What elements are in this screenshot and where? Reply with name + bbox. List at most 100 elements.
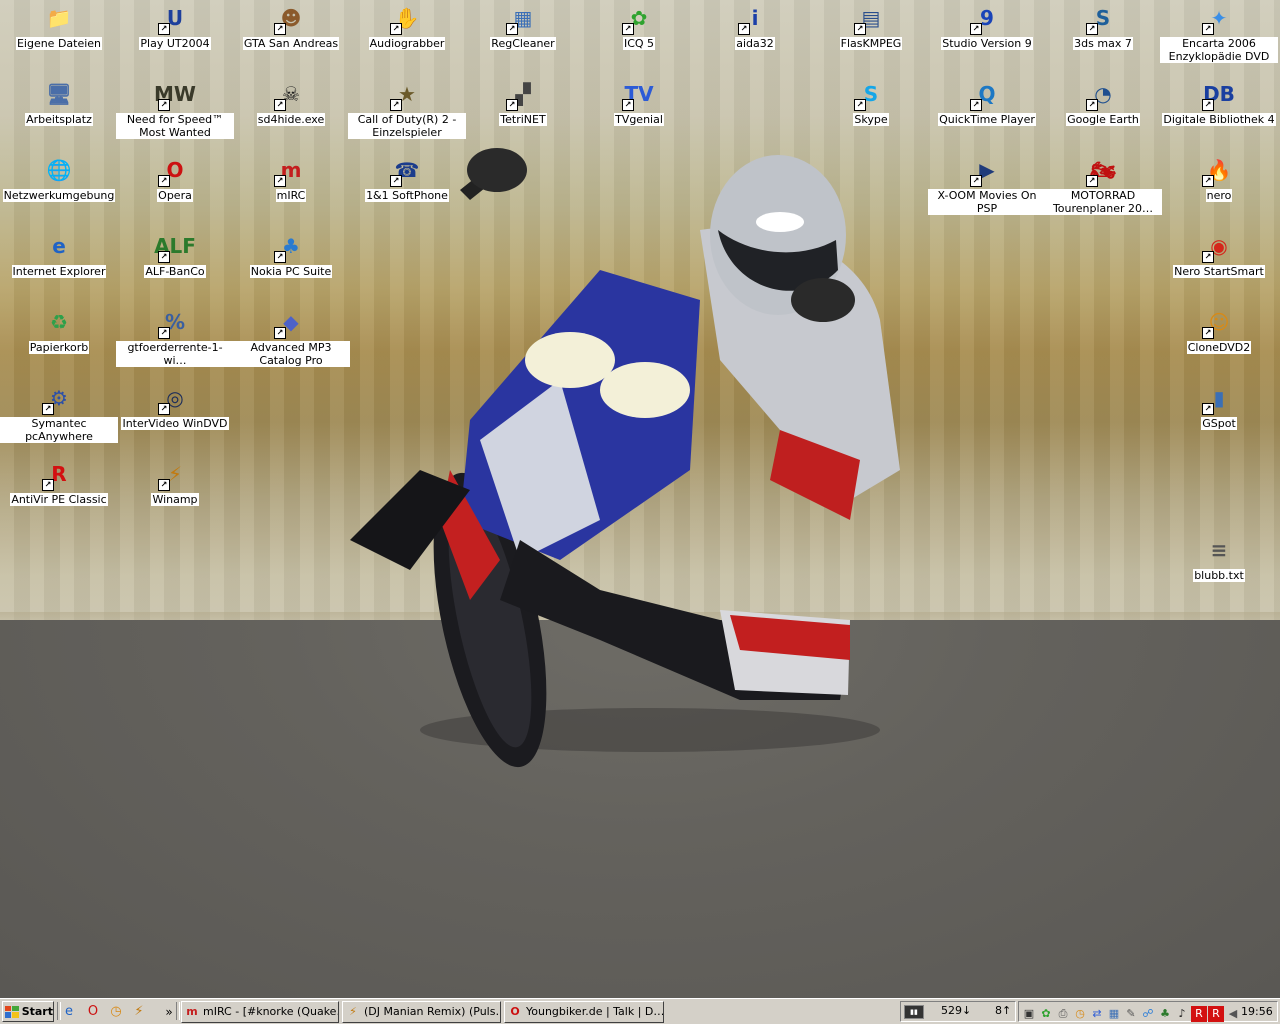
tray-display-icon[interactable]: ▦ — [1106, 1006, 1122, 1022]
motorrad-tourenplaner-icon: 🏍 ↗ — [1086, 154, 1119, 187]
tray-clock-app-icon[interactable]: ◷ — [1072, 1006, 1088, 1022]
desktop-icon-encarta[interactable]: ✦ ↗ Encarta 2006 Enzyklopädie DVD — [1160, 2, 1278, 63]
task-button-mirc[interactable]: m mIRC - [#knorke (Quake… — [181, 1001, 339, 1023]
quicklaunch-winamp-icon[interactable]: ⚡ — [130, 1003, 148, 1021]
desktop-icon-label: TetriNET — [499, 113, 547, 126]
desktop-icon-gtfoerderrente[interactable]: % ↗ gtfoerderrente-1-wi… — [116, 306, 234, 367]
shortcut-arrow-icon: ↗ — [274, 327, 286, 339]
tray-connection-icon[interactable]: ☍ — [1140, 1006, 1156, 1022]
shortcut-arrow-icon: ↗ — [970, 99, 982, 111]
desktop-icon-alf-banco[interactable]: ALF ↗ ALF-BanCo — [116, 230, 234, 278]
tray-icq-icon[interactable]: ✿ — [1038, 1006, 1054, 1022]
desktop-icon-mirc[interactable]: m ↗ mIRC — [232, 154, 350, 202]
desktop-icon-label: Audiograbber — [368, 37, 446, 50]
shortcut-arrow-icon: ↗ — [42, 479, 54, 491]
shortcut-arrow-icon: ↗ — [274, 99, 286, 111]
desktop-icon-icq[interactable]: ✿ ↗ ICQ 5 — [580, 2, 698, 50]
winamp-icon: ⚡ ↗ — [158, 458, 191, 491]
desktop-icon-softphone[interactable]: ☎ ↗ 1&1 SoftPhone — [348, 154, 466, 202]
desktop-icon-skype[interactable]: S ↗ Skype — [812, 78, 930, 126]
desktop-icon-internet-explorer[interactable]: e Internet Explorer — [0, 230, 118, 278]
tray-tool-icon[interactable]: ✎ — [1123, 1006, 1139, 1022]
task-button-winamp[interactable]: ⚡ (DJ Manian Remix) (Puls… — [342, 1001, 501, 1023]
desktop-icon-label: TVgenial — [614, 113, 664, 126]
desktop-icon-label: Nero StartSmart — [1173, 265, 1265, 278]
desktop-icon-nokia-pc-suite[interactable]: ♣ ↗ Nokia PC Suite — [232, 230, 350, 278]
tray-clock[interactable]: 19:56 — [1241, 1005, 1273, 1018]
quicklaunch-opera-icon[interactable]: O — [84, 1003, 102, 1021]
desktop-icon-gspot[interactable]: ▮ ↗ GSpot — [1160, 382, 1278, 430]
desktop-icon-mp3-catalog[interactable]: ◆ ↗ Advanced MP3 Catalog Pro — [232, 306, 350, 367]
pcanywhere-icon: ⚙ ↗ — [42, 382, 75, 415]
shortcut-arrow-icon: ↗ — [1202, 23, 1214, 35]
quicklaunch-internet-explorer-icon[interactable]: e — [60, 1003, 78, 1021]
desktop-icon-studio-9[interactable]: 9 ↗ Studio Version 9 — [928, 2, 1046, 50]
shortcut-arrow-icon: ↗ — [506, 23, 518, 35]
mp3-catalog-icon: ◆ ↗ — [274, 306, 307, 339]
tray-antivir-guard-icon[interactable]: R — [1208, 1006, 1224, 1022]
desktop-icon-antivir[interactable]: R ↗ AntiVir PE Classic — [0, 458, 118, 506]
google-earth-icon: ◔ ↗ — [1086, 78, 1119, 111]
call-of-duty-icon: ★ ↗ — [390, 78, 423, 111]
task-button-opera[interactable]: O Youngbiker.de | Talk | D… — [504, 1001, 664, 1023]
desktop-icon-label: Netzwerkumgebung — [2, 189, 116, 202]
desktop-icon-label: nero — [1205, 189, 1233, 202]
desktop-icon-my-documents[interactable]: 📁 Eigene Dateien — [0, 2, 118, 50]
quicklaunch-clock-app-icon[interactable]: ◷ — [107, 1003, 125, 1021]
desktop-icon-3ds-max[interactable]: S ↗ 3ds max 7 — [1044, 2, 1162, 50]
network-meter: ▮▮ 529↓ 8↑ — [900, 1001, 1016, 1022]
desktop-icon-my-computer[interactable]: 🖥 Arbeitsplatz — [0, 78, 118, 126]
desktop-icon-call-of-duty[interactable]: ★ ↗ Call of Duty(R) 2 - Einzelspieler — [348, 78, 466, 139]
shortcut-arrow-icon: ↗ — [1202, 327, 1214, 339]
desktop-icon-label: Need for Speed™ Most Wanted — [116, 113, 234, 139]
desktop-icon-digitale-bibliothek[interactable]: DB ↗ Digitale Bibliothek 4 — [1160, 78, 1278, 126]
tray-antivir-icon[interactable]: R — [1191, 1006, 1207, 1022]
desktop-icon-flaskmpeg[interactable]: ▤ ↗ FlasKMPEG — [812, 2, 930, 50]
softphone-icon: ☎ ↗ — [390, 154, 423, 187]
shortcut-arrow-icon: ↗ — [274, 251, 286, 263]
gtfoerderrente-icon: % ↗ — [158, 306, 191, 339]
desktop-icon-text-file[interactable]: ≡ blubb.txt — [1160, 534, 1278, 582]
desktop-icon-windvd[interactable]: ◎ ↗ InterVideo WinDVD — [116, 382, 234, 430]
opera-icon: O ↗ — [158, 154, 191, 187]
desktop-icon-motorrad-tourenplaner[interactable]: 🏍 ↗ MOTORRAD Tourenplaner 20… — [1044, 154, 1162, 215]
desktop-icon-opera[interactable]: O ↗ Opera — [116, 154, 234, 202]
desktop-icon-pcanywhere[interactable]: ⚙ ↗ Symantec pcAnywhere — [0, 382, 118, 443]
tray-network-icon[interactable]: ⇄ — [1089, 1006, 1105, 1022]
tray-speaker-icon[interactable]: ◀ — [1225, 1006, 1241, 1022]
desktop-icon-quicktime[interactable]: Q ↗ QuickTime Player — [928, 78, 1046, 126]
desktop-icon-tvgenial[interactable]: TV ↗ TVgenial — [580, 78, 698, 126]
studio-9-icon: 9 ↗ — [970, 2, 1003, 35]
desktop-icon-google-earth[interactable]: ◔ ↗ Google Earth — [1044, 78, 1162, 126]
desktop-icon-aida32[interactable]: i ↗ aida32 — [696, 2, 814, 50]
desktop-icon-audiograbber[interactable]: ✋ ↗ Audiograbber — [348, 2, 466, 50]
tray-printer-icon[interactable]: ⎙ — [1055, 1006, 1071, 1022]
desktop-icon-label: Opera — [157, 189, 193, 202]
desktop-icon-skull[interactable]: ☠ ↗ sd4hide.exe — [232, 78, 350, 126]
network-meter-icon: ▮▮ — [904, 1005, 924, 1019]
desktop-icon-gta-san-andreas[interactable]: ☻ ↗ GTA San Andreas — [232, 2, 350, 50]
tray-nokia-icon[interactable]: ♣ — [1157, 1006, 1173, 1022]
desktop-icon-recycle-bin[interactable]: ♻ Papierkorb — [0, 306, 118, 354]
desktop-icon-label: Digitale Bibliothek 4 — [1162, 113, 1276, 126]
start-label: Start — [21, 1005, 53, 1018]
shortcut-arrow-icon: ↗ — [158, 175, 170, 187]
tray-volume-icon[interactable]: ♪ — [1174, 1006, 1190, 1022]
desktop-icon-label: Eigene Dateien — [15, 37, 103, 50]
start-button[interactable]: Start — [2, 1001, 54, 1022]
desktop-icon-ut2004[interactable]: U ↗ Play UT2004 — [116, 2, 234, 50]
desktop-icon-network-places[interactable]: 🌐 Netzwerkumgebung — [0, 154, 118, 202]
desktop-icon-label: X-OOM Movies On PSP — [928, 189, 1046, 215]
desktop-icon-regcleaner[interactable]: ▦ ↗ RegCleaner — [464, 2, 582, 50]
text-file-icon: ≡ — [1210, 538, 1228, 562]
desktop-icon-clonedvd[interactable]: ☺ ↗ CloneDVD2 — [1160, 306, 1278, 354]
desktop-icon-winamp[interactable]: ⚡ ↗ Winamp — [116, 458, 234, 506]
desktop-icon-nero[interactable]: 🔥 ↗ nero — [1160, 154, 1278, 202]
desktop-icon-xoom-psp[interactable]: ▶ ↗ X-OOM Movies On PSP — [928, 154, 1046, 215]
desktop-icon-nero-startsmart[interactable]: ◉ ↗ Nero StartSmart — [1160, 230, 1278, 278]
tray-monitor-icon[interactable]: ▣ — [1021, 1006, 1037, 1022]
desktop-icon-tetrinet[interactable]: ▞ ↗ TetriNET — [464, 78, 582, 126]
taskbar: Start e O ◷ ⚡ » m mIRC - [#knorke (Quake… — [0, 998, 1280, 1024]
desktop-icon-nfs-most-wanted[interactable]: MW ↗ Need for Speed™ Most Wanted — [116, 78, 234, 139]
desktop-icon-label: ICQ 5 — [622, 37, 656, 50]
